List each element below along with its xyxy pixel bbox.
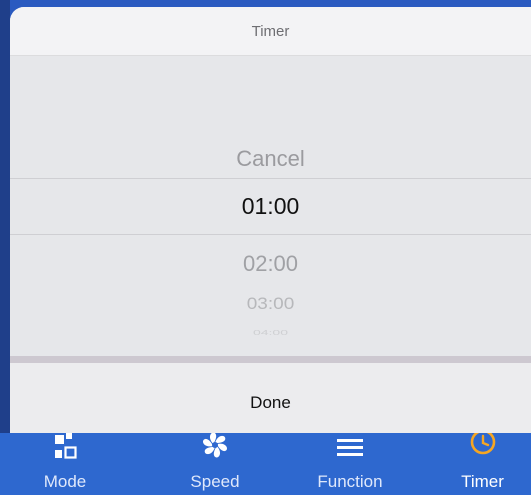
mode-icon [51, 433, 79, 468]
bottom-tab-bar: Mode Speed Function Timer [0, 429, 531, 495]
tab-label: Function [317, 472, 383, 491]
sheet-header: Timer [10, 7, 531, 56]
menu-icon [335, 433, 365, 468]
fan-icon [200, 432, 230, 468]
done-button[interactable]: Done [250, 393, 291, 413]
section-divider [10, 356, 531, 363]
tab-function[interactable]: Function [300, 433, 400, 495]
done-area: Done [10, 363, 531, 433]
picker-option[interactable]: 02:00 [10, 251, 531, 277]
tab-speed[interactable]: Speed [175, 432, 255, 495]
tab-timer[interactable]: Timer [440, 429, 525, 495]
picker-option-cancel[interactable]: Cancel [10, 146, 531, 172]
picker-option[interactable]: 04:00 [10, 328, 531, 337]
tab-label: Mode [43, 472, 87, 491]
background-strip [0, 0, 10, 495]
timer-picker-sheet: Timer Cancel 01:00 02:00 03:00 04:00 Don… [10, 7, 531, 433]
clock-icon [468, 429, 498, 468]
selection-line-bottom [10, 234, 531, 235]
sheet-title: Timer [251, 23, 290, 40]
time-picker-wheel[interactable]: Cancel 01:00 02:00 03:00 04:00 [10, 56, 531, 356]
picker-option[interactable]: 03:00 [10, 296, 531, 315]
tab-mode[interactable]: Mode [30, 433, 100, 495]
tab-label: Timer [461, 472, 504, 491]
picker-option-selected[interactable]: 01:00 [10, 178, 531, 234]
tab-label: Speed [190, 472, 240, 491]
